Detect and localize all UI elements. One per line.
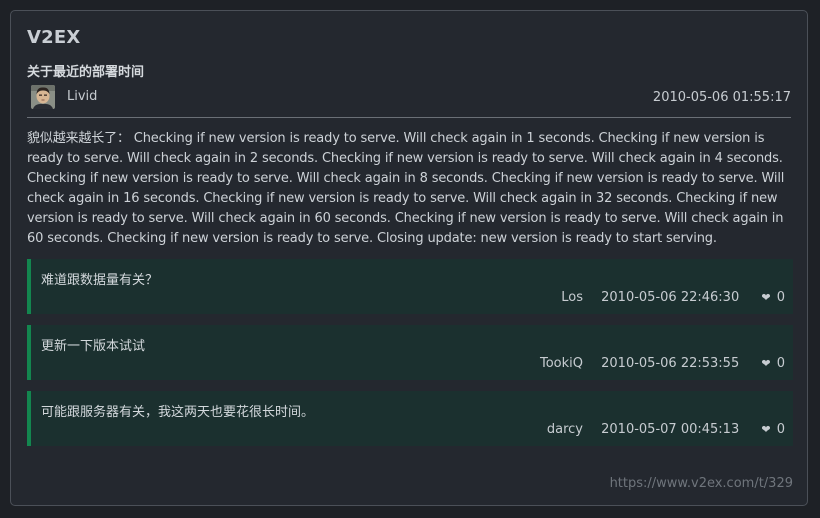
topic-time: 2010-05-06 01:55:17 <box>652 90 791 105</box>
topic-author[interactable]: Livid <box>67 89 97 104</box>
topic-title[interactable]: 关于最近的部署时间 <box>27 61 144 80</box>
heart-icon[interactable]: ❤ <box>761 291 770 304</box>
reply-item: 更新一下版本试试 TookiQ 2010-05-06 22:53:55 ❤ 0 <box>27 325 793 380</box>
reply-item: 可能跟服务器有关，我这两天也要花很长时间。 darcy 2010-05-07 0… <box>27 391 793 446</box>
topic-content: 貌似越来越长了： Checking if new version is read… <box>27 131 785 246</box>
reply-user[interactable]: Los <box>561 290 583 305</box>
reply-meta: darcy 2010-05-07 00:45:13 ❤ 0 <box>547 422 785 437</box>
reply-meta: TookiQ 2010-05-06 22:53:55 ❤ 0 <box>540 356 785 371</box>
reply-like-count: 0 <box>776 356 785 371</box>
reply-text: 更新一下版本试试 <box>41 339 146 354</box>
reply-like-count: 0 <box>776 422 785 437</box>
avatar-image <box>31 85 55 109</box>
heart-icon[interactable]: ❤ <box>761 423 770 436</box>
topic-author-row: Livid 2010-05-06 01:55:17 <box>27 85 791 118</box>
reply-text: 难道跟数据量有关？ <box>41 273 159 288</box>
reply-user[interactable]: darcy <box>547 422 583 437</box>
reply-time: 2010-05-06 22:53:55 <box>601 356 740 371</box>
reply-item: 难道跟数据量有关？ Los 2010-05-06 22:46:30 ❤ 0 <box>27 259 793 314</box>
reply-time: 2010-05-06 22:46:30 <box>601 290 740 305</box>
reply-meta: Los 2010-05-06 22:46:30 ❤ 0 <box>561 290 785 305</box>
avatar[interactable] <box>31 85 55 109</box>
topic-card: V2EX 关于最近的部署时间 Livid 2010-05-06 01:55:17… <box>10 10 808 506</box>
reply-text: 可能跟服务器有关，我这两天也要花很长时间。 <box>41 405 315 420</box>
source-url[interactable]: https://www.v2ex.com/t/329 <box>610 476 793 491</box>
heart-icon[interactable]: ❤ <box>761 357 770 370</box>
reply-time: 2010-05-07 00:45:13 <box>601 422 740 437</box>
reply-user[interactable]: TookiQ <box>540 356 583 371</box>
reply-like-count: 0 <box>776 290 785 305</box>
site-name[interactable]: V2EX <box>27 27 80 48</box>
